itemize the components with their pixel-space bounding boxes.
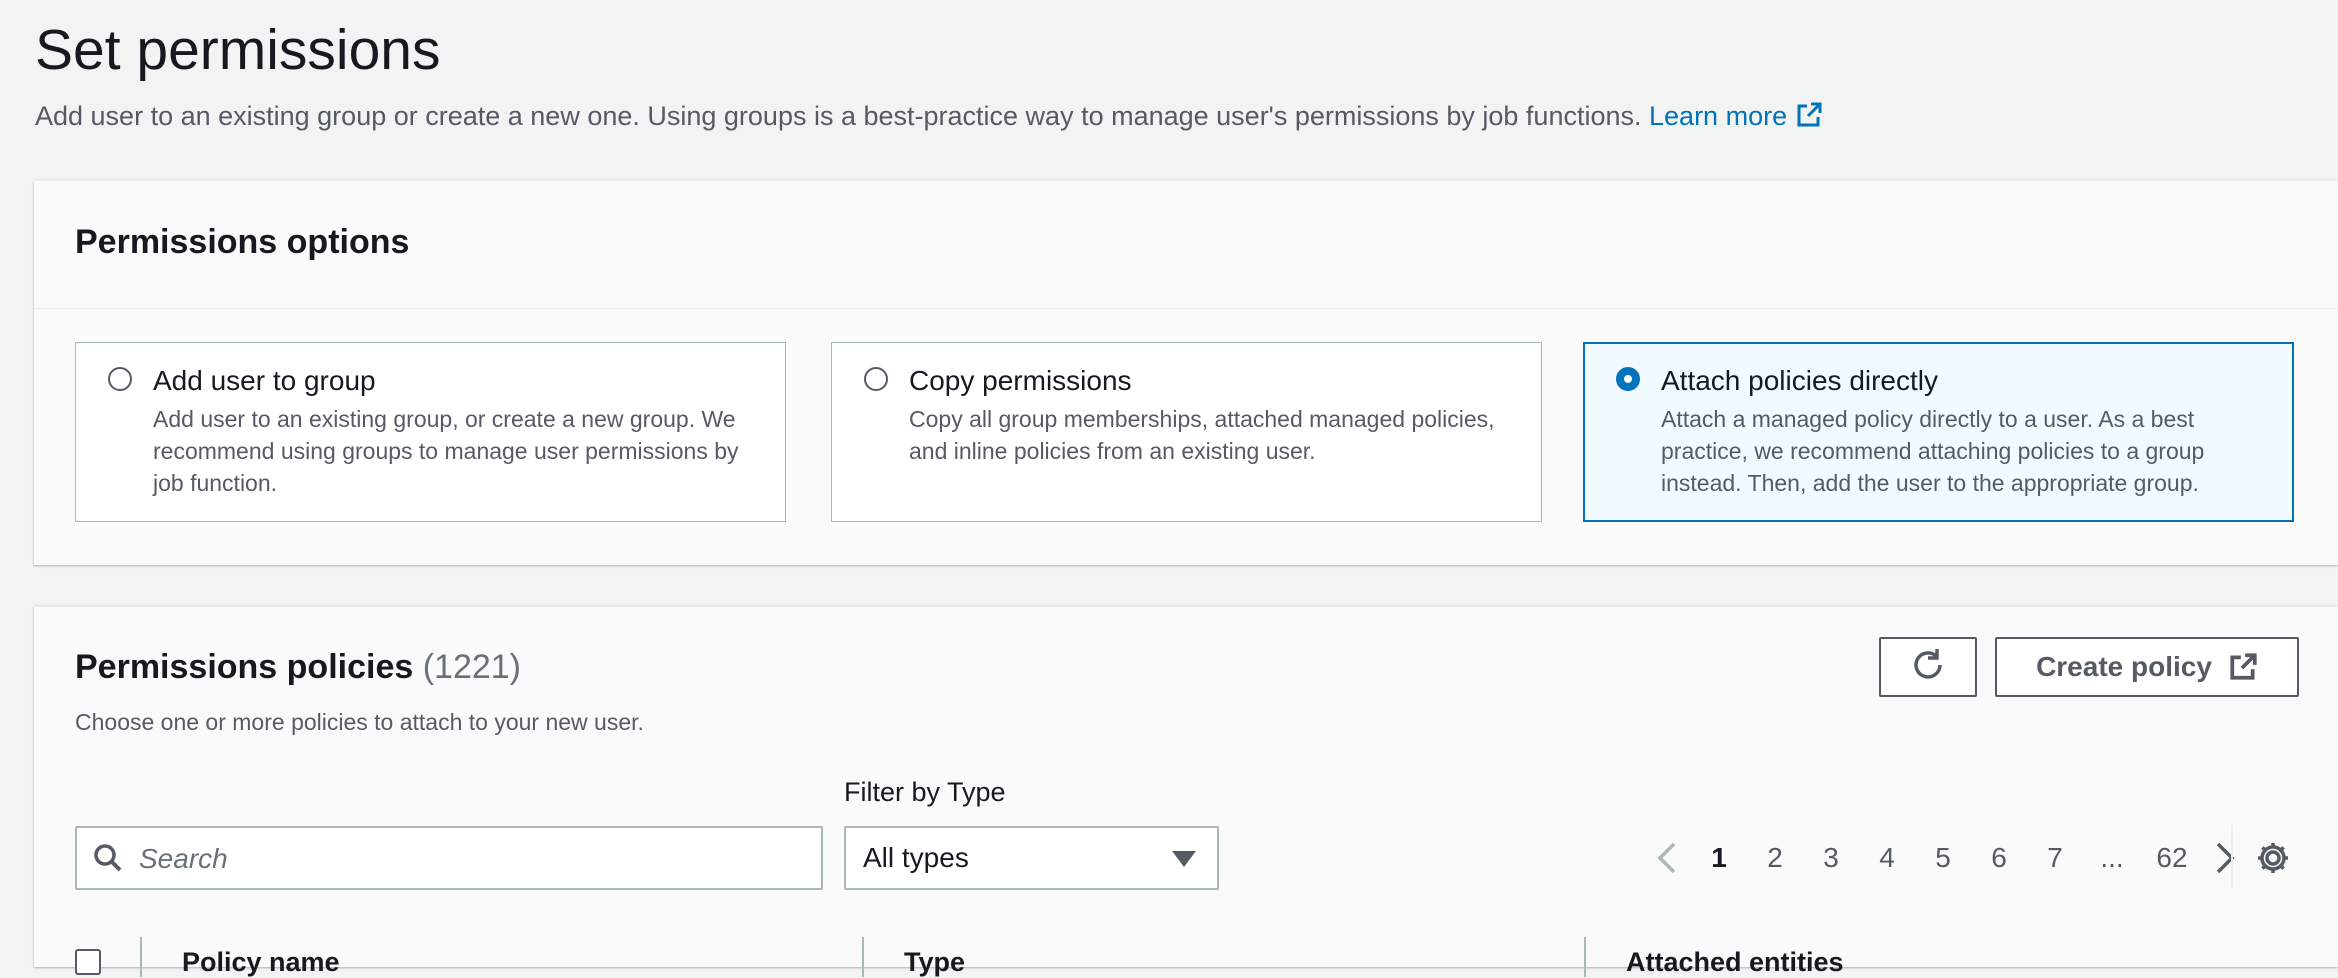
search-icon (93, 843, 123, 878)
page-description: Add user to an existing group or create … (35, 98, 1823, 138)
page-description-text: Add user to an existing group or create … (35, 101, 1642, 131)
divider (34, 308, 2338, 309)
permissions-policies-panel: Permissions policies (1221) Create polic… (34, 606, 2338, 977)
page-number[interactable]: 5 (1928, 836, 1958, 880)
page-number[interactable]: 2 (1760, 836, 1790, 880)
search-box[interactable] (75, 826, 823, 890)
create-policy-button[interactable]: Create policy (1995, 637, 2299, 697)
external-link-icon (1795, 101, 1823, 138)
option-attach-policies-directly[interactable]: Attach policies directly Attach a manage… (1583, 342, 2294, 522)
permissions-policies-description: Choose one or more policies to attach to… (75, 709, 644, 735)
column-header-attached-entities[interactable]: Attached entities (1626, 947, 1844, 978)
page-number[interactable]: 4 (1872, 836, 1902, 880)
filter-type-select[interactable]: All types (844, 826, 1219, 890)
create-policy-label: Create policy (2036, 651, 2212, 682)
radio-add-user-to-group[interactable] (108, 367, 132, 391)
option-title: Attach policies directly (1661, 365, 1939, 396)
permissions-policies-title-text: Permissions policies (75, 648, 414, 686)
caret-down-icon (1171, 850, 1197, 873)
permissions-options-panel: Permissions options Add user to group Ad… (34, 180, 2338, 565)
option-add-user-to-group[interactable]: Add user to group Add user to an existin… (75, 342, 786, 522)
column-header-label: Policy name (182, 947, 340, 977)
column-header-policy-name[interactable]: Policy name (182, 947, 340, 978)
option-description: Copy all group memberships, attached man… (909, 406, 1495, 464)
permissions-policies-title: Permissions policies (1221) (75, 645, 521, 689)
divider (2231, 825, 2233, 889)
radio-copy-permissions[interactable] (864, 367, 888, 391)
column-separator (862, 937, 864, 977)
refresh-icon (1909, 646, 1947, 689)
previous-page-icon[interactable] (1652, 841, 1682, 880)
option-copy-permissions[interactable]: Copy permissions Copy all group membersh… (831, 342, 1542, 522)
option-description: Attach a managed policy directly to a us… (1661, 406, 2205, 496)
filter-by-type-label: Filter by Type (844, 777, 1006, 807)
option-title: Add user to group (153, 365, 376, 396)
learn-more-label: Learn more (1649, 101, 1788, 131)
page-number[interactable]: 1 (1704, 836, 1734, 880)
option-description: Add user to an existing group, or create… (153, 406, 739, 496)
column-header-type[interactable]: Type (904, 947, 965, 978)
radio-attach-policies-directly[interactable] (1616, 367, 1640, 391)
filter-type-value: All types (863, 842, 969, 873)
settings-gear-icon[interactable] (2255, 840, 2291, 881)
column-separator (1584, 937, 1586, 977)
page-title: Set permissions (35, 18, 441, 82)
page-number[interactable]: 6 (1984, 836, 2014, 880)
page-number[interactable]: 7 (2040, 836, 2070, 880)
permissions-options-title: Permissions options (75, 223, 410, 261)
policy-count: (1221) (422, 648, 521, 686)
next-page-icon[interactable] (2210, 841, 2240, 880)
page-ellipsis: ... (2100, 842, 2124, 873)
column-separator (140, 937, 142, 977)
page-number[interactable]: 62 (2148, 836, 2196, 880)
search-input[interactable] (137, 838, 811, 880)
select-all-checkbox[interactable] (75, 949, 101, 975)
refresh-button[interactable] (1879, 637, 1977, 697)
external-link-icon (2228, 652, 2258, 682)
page-number[interactable]: 3 (1816, 836, 1846, 880)
option-title: Copy permissions (909, 365, 1132, 396)
learn-more-link[interactable]: Learn more (1649, 101, 1823, 131)
